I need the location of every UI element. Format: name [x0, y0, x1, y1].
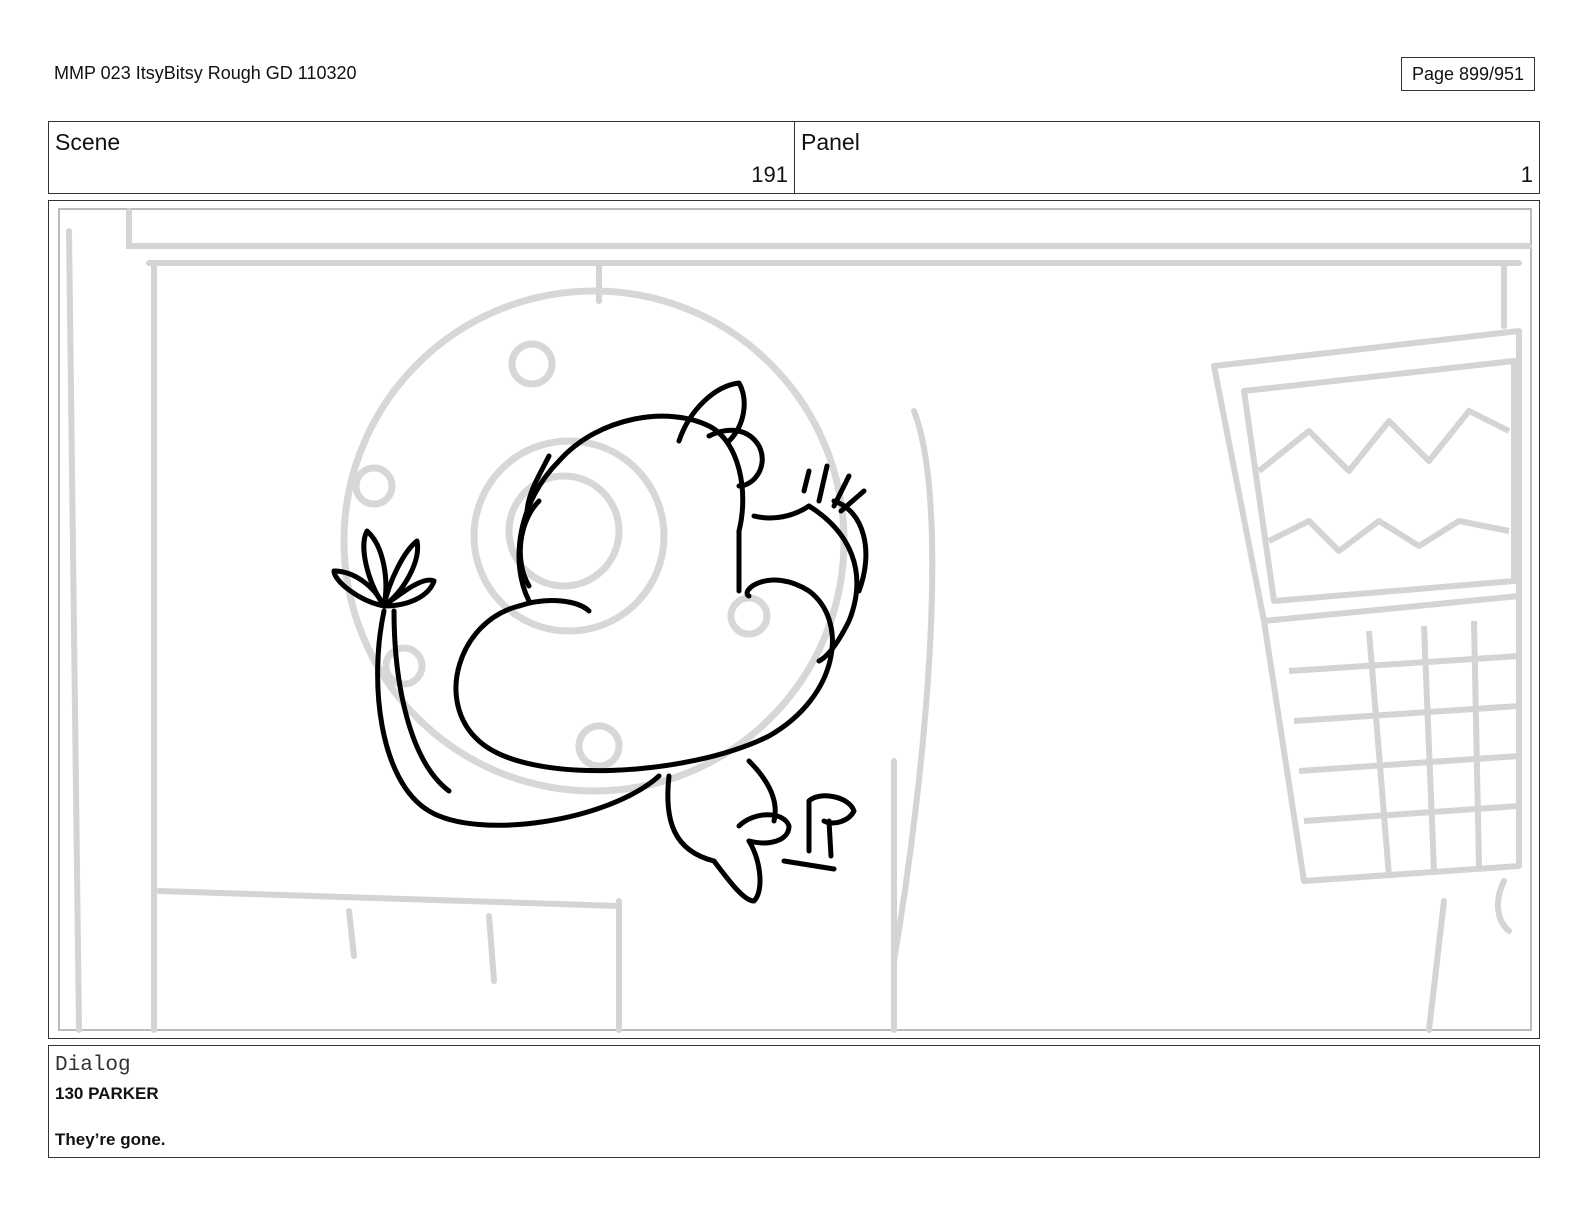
dialog-label: Dialog — [55, 1054, 131, 1077]
panel-box: Panel 1 — [794, 121, 1540, 194]
storyboard-panel-image — [48, 200, 1540, 1039]
document-title: MMP 023 ItsyBitsy Rough GD 110320 — [54, 63, 357, 83]
dialog-line: They’re gone. — [55, 1130, 166, 1149]
dialog-box: Dialog 130 PARKER They’re gone. — [48, 1045, 1540, 1158]
panel-number: 1 — [1520, 162, 1533, 187]
dialog-speaker: 130 PARKER — [55, 1084, 159, 1103]
scene-label: Scene — [55, 129, 121, 155]
scene-number: 191 — [751, 162, 788, 187]
storyboard-sketch-icon — [58, 208, 1532, 1033]
scene-box: Scene 191 — [48, 121, 795, 194]
panel-label: Panel — [801, 129, 860, 155]
page-indicator: Page 899/951 — [1401, 57, 1535, 91]
